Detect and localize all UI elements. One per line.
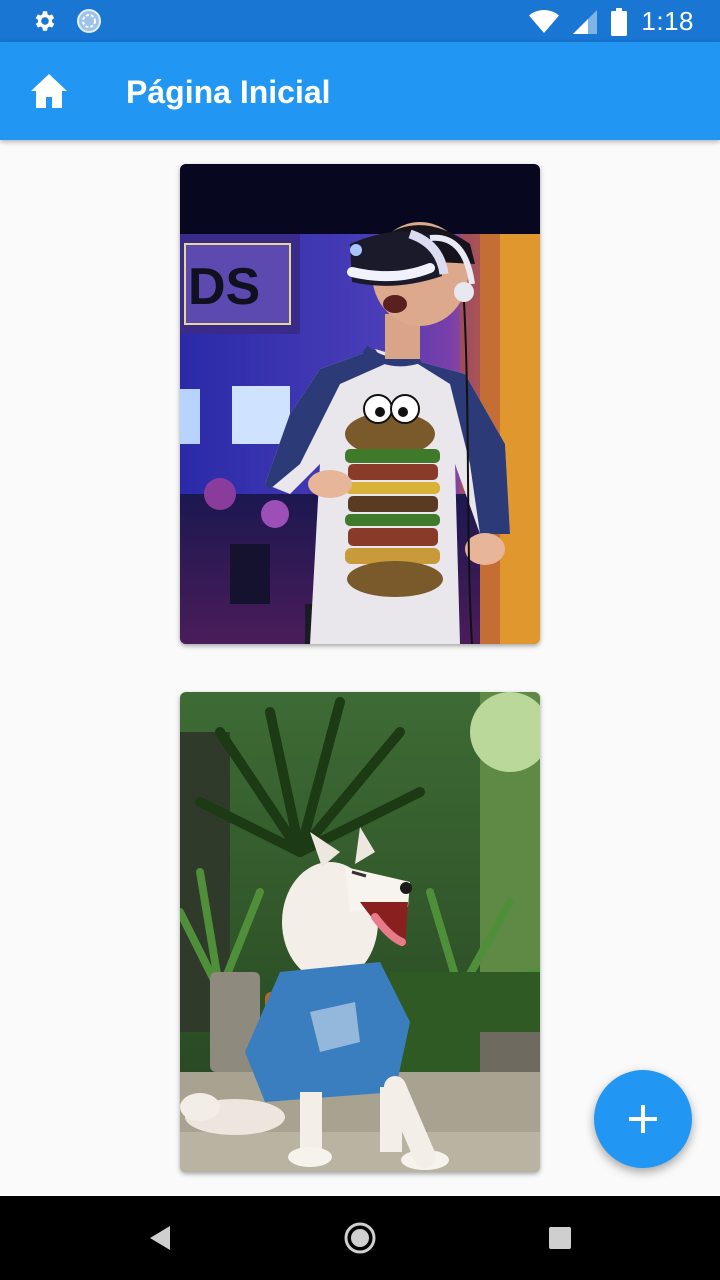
back-button[interactable] [138,1216,182,1260]
navigation-bar [0,1196,720,1280]
photo-dog-yawning [180,692,540,1172]
status-bar: 1:18 [0,0,720,42]
home-nav-button[interactable] [338,1216,382,1260]
app-bar: Página Inicial [0,42,720,140]
plus-icon [629,1105,657,1133]
svg-text:DS: DS [188,258,260,316]
page-title: Página Inicial [126,74,331,110]
photo-card-dog[interactable] [180,692,540,1172]
home-circle-icon [344,1222,376,1254]
battery-icon [611,7,628,36]
status-clock: 1:18 [641,6,694,36]
photo-vr-boy: DS [180,164,540,644]
wifi-icon [529,9,560,33]
add-button[interactable] [594,1070,692,1168]
settings-icon [35,11,55,31]
signal-icon [573,9,598,34]
home-icon[interactable] [30,73,68,109]
photo-card-vr[interactable]: DS [180,164,540,644]
sync-icon [77,9,101,33]
recents-button[interactable] [538,1216,582,1260]
recents-icon [549,1227,571,1249]
back-icon [150,1226,170,1250]
